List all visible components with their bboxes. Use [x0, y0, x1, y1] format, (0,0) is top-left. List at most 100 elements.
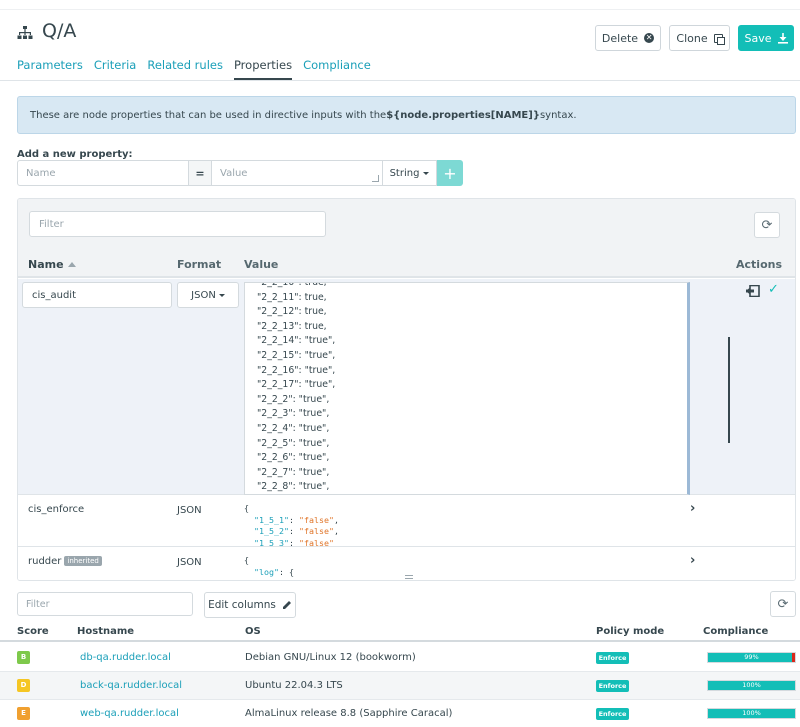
resize-grip[interactable]	[405, 575, 413, 579]
info-callout: These are node properties that can be us…	[17, 96, 796, 134]
properties-filter-input[interactable]: Filter	[29, 211, 326, 237]
clone-button[interactable]: Clone	[669, 25, 730, 51]
property-value-editor[interactable]: "2_2_10": true, "2_2_11": true, "2_2_12": …	[244, 282, 690, 495]
caret-down-icon	[218, 293, 225, 297]
compliance-bar[interactable]: 100%	[707, 708, 796, 719]
header-name[interactable]: Name	[28, 258, 76, 271]
editor-line: "2_2_8": "true",	[257, 481, 330, 493]
os-name: AlmaLinux release 8.8 (Sapphire Caracal)	[245, 708, 453, 719]
tab-criteria[interactable]: Criteria	[94, 58, 137, 80]
hostname-link[interactable]: back-qa.rudder.local	[80, 680, 182, 691]
page-title: Q/A	[42, 20, 77, 42]
compliance-bar[interactable]: 100%	[707, 680, 796, 691]
compliance-label: 100%	[742, 709, 761, 717]
download-icon	[777, 32, 788, 44]
editor-line: "2_2_11": true,	[257, 291, 327, 303]
editor-line: "2_2_6": "true",	[257, 452, 330, 464]
info-text-prefix: These are node properties that can be us…	[30, 109, 387, 121]
nodes-toolbar: Filter Edit columns ⟳	[0, 581, 800, 627]
confirm-edit-icon[interactable]: ✓	[768, 282, 779, 297]
tab-properties[interactable]: Properties	[233, 58, 293, 80]
close-circle-icon: ✕	[644, 33, 655, 43]
header-os[interactable]: OS	[245, 626, 261, 637]
copy-icon	[713, 33, 725, 45]
header-compliance[interactable]: Compliance	[703, 626, 768, 637]
tab-parameters[interactable]: Parameters	[17, 58, 83, 80]
property-name-input[interactable]: Name	[17, 160, 189, 186]
group-header: Q/A Delete ✕ Clone Save	[0, 10, 800, 52]
refresh-icon: ⟳	[761, 217, 773, 233]
tabs-divider	[0, 80, 800, 81]
edit-columns-label: Edit columns	[208, 599, 276, 611]
property-value-preview: { "log": {	[244, 555, 294, 577]
sort-asc-icon	[67, 262, 76, 267]
editor-line: "2_2_13": true,	[257, 320, 327, 332]
delete-button[interactable]: Delete ✕	[595, 25, 661, 51]
node-row[interactable]: Dback-qa.rudder.local Ubuntu 22.04.3 LTS E…	[0, 672, 800, 700]
score-badge: E	[17, 707, 30, 720]
header-hostname[interactable]: Hostname	[77, 626, 134, 637]
editor-line: "2_2_17": "true",	[257, 379, 336, 391]
info-text-suffix: syntax.	[539, 109, 577, 121]
edit-property-format-select[interactable]: JSON	[177, 282, 239, 308]
property-format: JSON	[177, 557, 202, 568]
edit-columns-button[interactable]: Edit columns	[204, 592, 296, 618]
editor-line: "2_2_14": "true",	[257, 335, 336, 347]
cancel-edit-icon[interactable]	[746, 285, 760, 297]
info-syntax: ${node.properties[NAME]}	[386, 109, 540, 121]
add-property-label: Add a new property:	[17, 149, 133, 160]
equals-addon: =	[189, 160, 211, 186]
hostname-link[interactable]: db-qa.rudder.local	[80, 652, 171, 663]
caret-down-icon	[423, 171, 430, 175]
property-type-label: String	[389, 167, 420, 179]
editor-line: "2_2_3": "true",	[257, 408, 330, 420]
editor-line: "2_2_10": true,	[257, 282, 327, 288]
nodes-refresh-button[interactable]: ⟳	[770, 591, 796, 617]
hostname-link[interactable]: web-qa.rudder.local	[80, 708, 179, 719]
top-strip	[0, 0, 800, 10]
editor-line: "2_2_5": "true",	[257, 437, 330, 449]
save-button[interactable]: Save	[738, 25, 794, 51]
editor-line: "2_2_2": "true",	[257, 393, 330, 405]
editor-line: "2_2_16": "true",	[257, 364, 336, 376]
property-type-select[interactable]: String	[383, 160, 437, 186]
add-property-form: Name = Value String +	[17, 160, 463, 186]
editor-line: "2_2_7": "true",	[257, 466, 330, 478]
chevron-right-icon[interactable]: ›	[690, 501, 695, 516]
property-value-preview: { "1_5_1": "false", "1_5_2": "false", "1…	[244, 503, 339, 548]
save-button-label: Save	[744, 31, 772, 45]
property-row[interactable]: cis_enforce JSON { "1_5_1": "false", "1_…	[18, 495, 795, 548]
refresh-icon: ⟳	[777, 596, 789, 612]
nodes-filter-input[interactable]: Filter	[17, 592, 193, 616]
property-format: JSON	[177, 505, 202, 516]
os-name: Debian GNU/Linux 12 (bookworm)	[245, 652, 416, 663]
header-score[interactable]: Score	[17, 626, 49, 637]
tab-bar: Parameters Criteria Related rules Proper…	[17, 58, 371, 80]
properties-refresh-button[interactable]: ⟳	[754, 212, 780, 238]
properties-toolbar: Filter ⟳	[18, 199, 795, 251]
edit-property-name-input[interactable]: cis_audit	[22, 282, 172, 308]
property-name: rudder inherited	[28, 556, 102, 567]
edit-format-label: JSON	[191, 289, 216, 301]
node-row[interactable]: Eweb-qa.rudder.local AlmaLinux release 8.…	[0, 700, 800, 727]
chevron-right-icon[interactable]: ›	[690, 553, 695, 568]
tab-compliance[interactable]: Compliance	[303, 58, 371, 80]
header-policy-mode[interactable]: Policy mode	[596, 626, 664, 637]
score-badge: D	[17, 679, 30, 692]
compliance-label: 99%	[744, 653, 759, 661]
pencil-icon	[282, 601, 291, 609]
node-row[interactable]: Bdb-qa.rudder.local Debian GNU/Linux 12 (…	[0, 644, 800, 672]
editor-line: "2_2_4": "true",	[257, 422, 330, 434]
delete-button-label: Delete	[601, 31, 639, 45]
header-value: Value	[244, 258, 279, 271]
editor-scrollbar[interactable]	[728, 337, 730, 443]
property-value-input[interactable]: Value	[211, 160, 383, 186]
properties-panel: Filter ⟳ Name Format Value Actions cis_a…	[17, 198, 796, 581]
property-row-editing: cis_audit JSON "2_2_10": true, "2_2_11": …	[18, 279, 795, 495]
compliance-label: 100%	[742, 681, 761, 689]
score-badge: B	[17, 651, 30, 664]
tab-related-rules[interactable]: Related rules	[147, 58, 223, 80]
add-property-button[interactable]: +	[437, 160, 463, 186]
compliance-bar[interactable]: 99%	[707, 652, 796, 663]
nodes-table-header: Score Hostname OS Policy mode Compliance	[0, 624, 800, 642]
